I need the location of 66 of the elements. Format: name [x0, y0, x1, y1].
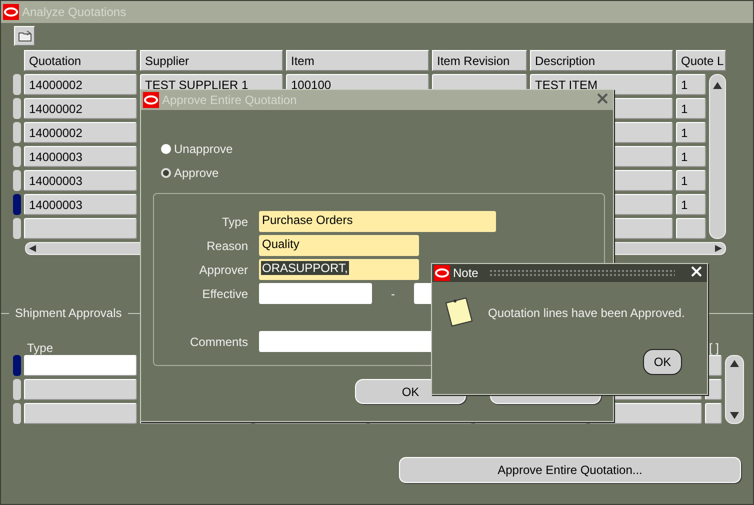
table-cell[interactable]: 14000002	[24, 98, 137, 119]
record-indicator[interactable]	[13, 403, 21, 424]
table-cell[interactable]: 1	[676, 146, 706, 167]
scrollbar[interactable]	[725, 355, 744, 424]
table-cell[interactable]: 14000003	[24, 170, 137, 191]
message-text: Quotation lines have been Approved.	[488, 306, 685, 322]
table-cell[interactable]: 14000002	[24, 122, 137, 143]
date-separator: -	[390, 286, 396, 300]
oracle-logo-icon	[143, 92, 159, 108]
input-field[interactable]	[259, 283, 372, 304]
column-header: Quotation	[24, 50, 137, 71]
field-label: Comments	[188, 334, 248, 348]
column-header: Supplier	[140, 50, 283, 71]
table-cell[interactable]	[24, 403, 137, 424]
field-label: Type	[220, 214, 248, 228]
table-cell[interactable]: 14000002	[24, 74, 137, 95]
input-field[interactable]: ORASUPPORT,	[259, 259, 419, 280]
radio-option[interactable]: Unapprove	[161, 141, 613, 157]
note-icon	[444, 296, 474, 327]
input-field[interactable]: Quality	[259, 235, 419, 256]
column-header: Description	[530, 50, 673, 71]
scroll-left-icon[interactable]	[29, 245, 38, 252]
record-indicator[interactable]	[13, 218, 21, 239]
table-cell[interactable]	[705, 403, 722, 424]
record-indicator[interactable]	[13, 122, 21, 143]
ok-button[interactable]: OK	[643, 349, 682, 375]
table-cell[interactable]	[24, 355, 137, 376]
record-indicator[interactable]	[13, 170, 21, 191]
table-cell[interactable]: 1	[676, 74, 706, 95]
scroll-down-icon[interactable]	[730, 412, 739, 419]
radio-option[interactable]: Approve	[161, 165, 613, 181]
section-title: Shipment Approvals	[15, 306, 122, 320]
column-header: Quote L	[676, 50, 726, 71]
radio-button[interactable]	[161, 168, 171, 178]
scroll-right-icon[interactable]	[713, 245, 722, 252]
input-field[interactable]: Purchase Orders	[259, 211, 496, 232]
column-header: [ ]	[708, 341, 719, 355]
folder-icon[interactable]	[14, 26, 35, 46]
column-header: Item Revision	[432, 50, 527, 71]
approve-entire-quotation-button[interactable]: Approve Entire Quotation...	[399, 457, 741, 483]
record-indicator[interactable]	[13, 194, 21, 215]
table-cell[interactable]: 1	[676, 98, 706, 119]
column-header: Item	[286, 50, 429, 71]
record-indicator[interactable]	[13, 355, 21, 376]
table-cell[interactable]	[24, 379, 137, 400]
table-cell[interactable]	[24, 218, 137, 239]
field-label: Reason	[206, 238, 248, 252]
table-cell[interactable]	[676, 218, 706, 239]
record-indicator[interactable]	[13, 146, 21, 167]
dialog-title: Note	[453, 266, 478, 280]
column-header: Type	[27, 341, 54, 355]
oracle-logo-icon	[3, 4, 19, 20]
record-indicator[interactable]	[13, 74, 21, 95]
record-indicator[interactable]	[13, 98, 21, 119]
record-indicator[interactable]	[13, 379, 21, 400]
field-label: Approver	[198, 262, 248, 276]
table-cell[interactable]: 1	[676, 170, 706, 191]
table-cell[interactable]: 1	[676, 194, 706, 215]
scrollbar[interactable]	[709, 74, 726, 239]
scroll-up-icon[interactable]	[730, 360, 739, 367]
table-cell[interactable]: 1	[676, 122, 706, 143]
field-label: Effective	[201, 286, 248, 300]
table-cell[interactable]: 14000003	[24, 194, 137, 215]
table-cell[interactable]: 14000003	[24, 146, 137, 167]
scroll-up-icon[interactable]	[713, 82, 722, 89]
oracle-logo-icon	[434, 265, 450, 281]
